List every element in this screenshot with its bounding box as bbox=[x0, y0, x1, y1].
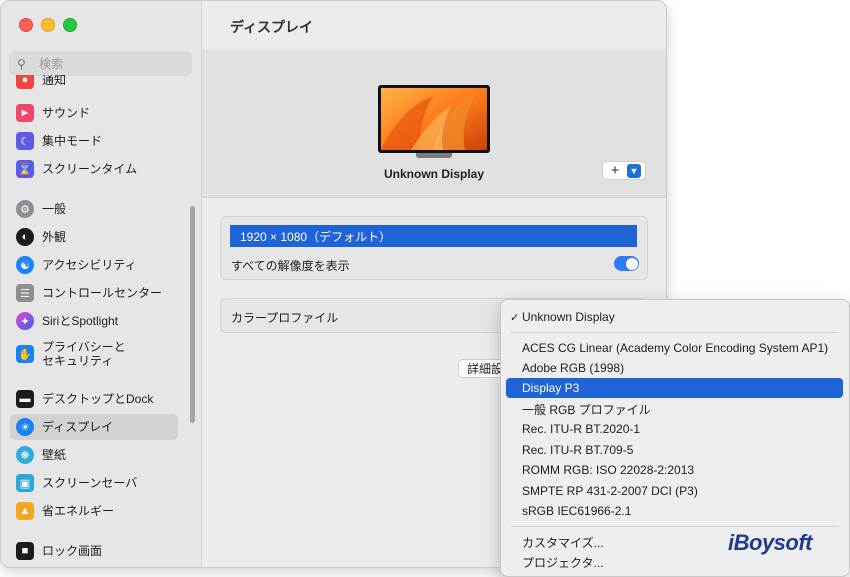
sidebar-item-lock-screen[interactable]: ■ ロック画面 bbox=[10, 538, 178, 564]
display-arrangement: Unknown Display + ▼ bbox=[202, 49, 666, 198]
lock-icon: ■ bbox=[16, 542, 34, 560]
search-input[interactable] bbox=[37, 55, 181, 72]
search-field[interactable]: ⚲ bbox=[9, 51, 192, 76]
menu-item[interactable]: Rec. ITU-R BT.2020-1 bbox=[506, 419, 843, 439]
color-profile-label: カラープロファイル bbox=[231, 311, 339, 325]
sidebar-item-accessibility[interactable]: ☯ アクセシビリティ bbox=[10, 252, 178, 278]
accessibility-icon: ☯ bbox=[16, 256, 34, 274]
menu-item-label: sRGB IEC61966-2.1 bbox=[522, 504, 632, 518]
page-title: ディスプレイ bbox=[230, 19, 314, 35]
hourglass-icon: ⌛ bbox=[16, 160, 34, 178]
menu-item-label: 一般 RGB プロファイル bbox=[522, 402, 651, 417]
sidebar-item-label: 通知 bbox=[42, 75, 67, 87]
menu-item[interactable]: 一般 RGB プロファイル bbox=[506, 399, 843, 419]
show-all-resolutions-label: すべての解像度を表示 bbox=[231, 259, 350, 273]
appearance-icon: ◐ bbox=[16, 228, 34, 246]
sidebar-item-label: 省エネルギー bbox=[42, 504, 115, 518]
window-controls bbox=[19, 18, 77, 32]
search-icon: ⚲ bbox=[17, 56, 26, 71]
sidebar-item-label: 壁紙 bbox=[42, 448, 67, 462]
menu-item[interactable]: SMPTE RP 431-2-2007 DCI (P3) bbox=[506, 481, 843, 501]
moon-icon: ☾ bbox=[16, 132, 34, 150]
sidebar-item-label: 一般 bbox=[42, 202, 67, 216]
sidebar-item-label: サウンド bbox=[42, 106, 91, 120]
menu-item[interactable]: Adobe RGB (1998) bbox=[506, 358, 843, 378]
dock-icon: ▬ bbox=[16, 390, 34, 408]
show-all-resolutions-toggle[interactable] bbox=[614, 256, 639, 271]
wallpaper-preview bbox=[381, 88, 487, 150]
sidebar-item-control-center[interactable]: ☰ コントロールセンター bbox=[10, 280, 178, 306]
sidebar-item-desktop-dock[interactable]: ▬ デスクトップとDock bbox=[10, 386, 178, 412]
sidebar-item-label: ロック画面 bbox=[42, 544, 103, 558]
display-thumbnail[interactable] bbox=[378, 85, 490, 160]
sidebar-item-label: スクリーンタイム bbox=[42, 162, 138, 176]
sidebar-item-notifications[interactable]: ● 通知 bbox=[10, 75, 178, 95]
menu-item-label: カスタマイズ... bbox=[522, 535, 604, 550]
control-center-icon: ☰ bbox=[16, 284, 34, 302]
menu-item[interactable]: ROMM RGB: ISO 22028-2:2013 bbox=[506, 460, 843, 480]
sidebar-item-label: コントロールセンター bbox=[42, 286, 163, 300]
menu-item-current[interactable]: ✓ Unknown Display bbox=[506, 307, 843, 327]
chevron-down-icon: ▼ bbox=[627, 163, 641, 178]
sidebar-item-appearance[interactable]: ◐ 外観 bbox=[10, 224, 178, 250]
menu-item-label: Adobe RGB (1998) bbox=[522, 361, 625, 375]
menu-item-label: Rec. ITU-R BT.2020-1 bbox=[522, 422, 641, 436]
advanced-settings-button[interactable]: 詳細設定... bbox=[458, 359, 504, 378]
sidebar-item-label: デスクトップとDock bbox=[42, 392, 154, 406]
menu-item-label: Display P3 bbox=[522, 381, 580, 395]
sidebar-item-energy-saver[interactable]: ▲ 省エネルギー bbox=[10, 498, 178, 524]
sidebar-item-focus[interactable]: ☾ 集中モード bbox=[10, 128, 178, 154]
plus-icon: + bbox=[610, 162, 620, 179]
hand-icon: ✋ bbox=[16, 345, 34, 363]
checkmark-icon: ✓ bbox=[510, 311, 520, 324]
gear-icon: ⚙ bbox=[16, 200, 34, 218]
close-button[interactable] bbox=[19, 18, 33, 32]
sidebar-item-label: アクセシビリティ bbox=[42, 258, 137, 272]
minimize-button[interactable] bbox=[41, 18, 55, 32]
menu-item-label: プロジェクタ... bbox=[522, 555, 604, 570]
menu-item[interactable]: ACES CG Linear (Academy Color Encoding S… bbox=[506, 338, 843, 358]
menu-separator bbox=[511, 332, 839, 333]
sidebar-item-privacy-security[interactable]: ✋ プライバシーと セキュリティ bbox=[10, 337, 178, 371]
resolution-option-selected[interactable]: 1920 × 1080（デフォルト） bbox=[230, 225, 637, 247]
menu-item-label: Rec. ITU-R BT.709-5 bbox=[522, 443, 634, 457]
sidebar-item-displays[interactable]: ☀ ディスプレイ bbox=[10, 414, 178, 440]
menu-item-label: SMPTE RP 431-2-2007 DCI (P3) bbox=[522, 484, 698, 498]
menu-item-highlighted[interactable]: Display P3 bbox=[506, 378, 843, 398]
sidebar-item-label: スクリーンセーバ bbox=[42, 476, 138, 490]
sidebar-item-label: ディスプレイ bbox=[42, 420, 114, 434]
sidebar-item-screen-time[interactable]: ⌛ スクリーンタイム bbox=[10, 156, 178, 182]
menu-item-label: Unknown Display bbox=[522, 310, 615, 324]
watermark-logo: iBoysoft bbox=[728, 530, 813, 555]
brightness-icon: ☀ bbox=[16, 418, 34, 436]
sidebar-scrollbar[interactable] bbox=[190, 206, 195, 423]
sidebar-item-label: 集中モード bbox=[42, 134, 103, 148]
menu-separator bbox=[511, 526, 839, 527]
menu-item[interactable]: Rec. ITU-R BT.709-5 bbox=[506, 440, 843, 460]
menu-item-label: ACES CG Linear (Academy Color Encoding S… bbox=[522, 341, 829, 355]
color-profile-menu: ✓ Unknown Display ACES CG Linear (Academ… bbox=[500, 299, 850, 577]
speaker-icon: ► bbox=[16, 104, 34, 122]
sidebar-item-general[interactable]: ⚙ 一般 bbox=[10, 196, 178, 222]
battery-icon: ▲ bbox=[16, 502, 34, 520]
sidebar: ⚲ ● 通知 ► サウンド ☾ 集中モード ⌛ スクリーンタイム ⚙ 一般 ◐ … bbox=[1, 1, 202, 567]
sidebar-item-label: プライバシーと セキュリティ bbox=[42, 340, 126, 368]
sidebar-item-label: 外観 bbox=[42, 230, 67, 244]
sidebar-item-sound[interactable]: ► サウンド bbox=[10, 100, 178, 126]
sidebar-item-label: SiriとSpotlight bbox=[42, 314, 119, 328]
menu-item[interactable]: sRGB IEC61966-2.1 bbox=[506, 501, 843, 521]
resolution-panel: 1920 × 1080（デフォルト） すべての解像度を表示 bbox=[220, 216, 648, 280]
display-name: Unknown Display bbox=[383, 167, 484, 181]
add-display-button[interactable]: + ▼ bbox=[602, 161, 646, 180]
zoom-button[interactable] bbox=[63, 18, 77, 32]
menu-item-label: ROMM RGB: ISO 22028-2:2013 bbox=[522, 463, 695, 477]
sidebar-item-siri-spotlight[interactable]: ✦ SiriとSpotlight bbox=[10, 308, 178, 334]
siri-icon: ✦ bbox=[16, 312, 34, 330]
sidebar-item-screensaver[interactable]: ▣ スクリーンセーバ bbox=[10, 470, 178, 496]
screensaver-icon: ▣ bbox=[16, 474, 34, 492]
bell-icon: ● bbox=[16, 75, 34, 89]
wallpaper-icon: ❋ bbox=[16, 446, 34, 464]
sidebar-item-wallpaper[interactable]: ❋ 壁紙 bbox=[10, 442, 178, 468]
